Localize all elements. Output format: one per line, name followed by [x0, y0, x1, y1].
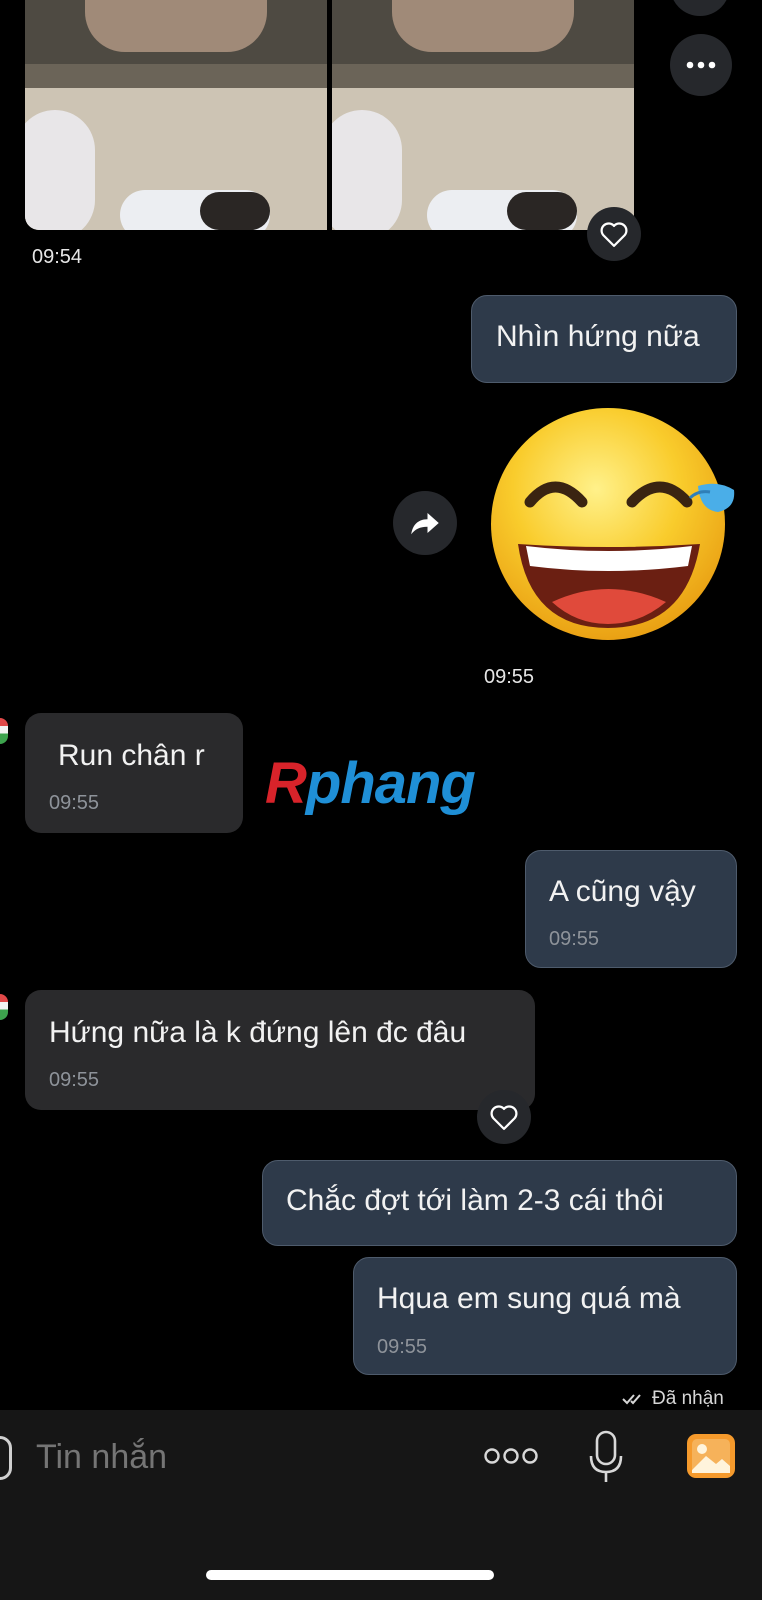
- heart-icon: [490, 1105, 518, 1130]
- message-text: A cũng vậy: [549, 875, 696, 908]
- watermark-first: R: [265, 751, 307, 816]
- sticker-button[interactable]: [0, 1436, 12, 1480]
- message-text: Nhìn hứng nữa: [496, 320, 700, 353]
- avatar[interactable]: [0, 994, 8, 1020]
- double-check-icon: [622, 1394, 641, 1405]
- share-button[interactable]: [393, 491, 457, 555]
- image-icon: [687, 1434, 735, 1478]
- message-text: Hqua em sung quá mà: [377, 1282, 681, 1315]
- share-icon: [411, 513, 439, 535]
- sticker-time: 09:55: [484, 666, 535, 688]
- more-options-button[interactable]: [484, 1438, 540, 1474]
- message-input[interactable]: [34, 1428, 438, 1486]
- top-action-button[interactable]: [670, 0, 730, 16]
- react-button[interactable]: [587, 207, 641, 261]
- message-bubble-incoming[interactable]: Run chân r 09:55: [25, 713, 243, 833]
- sticker-emoji-icon: [491, 408, 735, 640]
- message-time: 09:55: [49, 1069, 100, 1091]
- delivery-status-text: Đã nhận: [652, 1388, 724, 1409]
- home-indicator[interactable]: [206, 1570, 494, 1580]
- message-bubble-outgoing[interactable]: Hqua em sung quá mà 09:55: [353, 1257, 737, 1375]
- message-text: Chắc đợt tới làm 2-3 cái thôi: [286, 1184, 664, 1217]
- message-bubble-outgoing[interactable]: Chắc đợt tới làm 2-3 cái thôi: [262, 1160, 737, 1246]
- watermark-logo: Rphang: [265, 750, 476, 817]
- message-bubble-incoming[interactable]: Hứng nữa là k đứng lên đc đâu 09:55: [25, 990, 535, 1110]
- message-text: Run chân r: [58, 739, 205, 772]
- more-options-icon: [484, 1448, 538, 1464]
- sticker-message[interactable]: [490, 406, 738, 642]
- heart-icon: [600, 222, 628, 247]
- more-button[interactable]: [670, 34, 732, 96]
- photo-thumbnail-2[interactable]: [332, 0, 634, 230]
- message-time: 09:55: [377, 1336, 428, 1358]
- avatar[interactable]: [0, 718, 8, 744]
- message-bubble-outgoing[interactable]: A cũng vậy 09:55: [525, 850, 737, 968]
- delivery-status: Đã nhận: [622, 1388, 724, 1410]
- photo-thumbnail-1[interactable]: [25, 0, 327, 230]
- image-button[interactable]: [686, 1432, 736, 1480]
- more-icon: [686, 61, 716, 69]
- message-time: 09:55: [49, 792, 100, 814]
- microphone-button[interactable]: [588, 1430, 624, 1484]
- message-time: 09:55: [549, 928, 600, 950]
- react-button[interactable]: [477, 1090, 531, 1144]
- message-text: Hứng nữa là k đứng lên đc đâu: [49, 1016, 467, 1049]
- message-bubble-outgoing[interactable]: Nhìn hứng nữa: [471, 295, 737, 383]
- watermark-rest: phang: [305, 751, 476, 816]
- microphone-icon: [589, 1430, 623, 1482]
- photo-time: 09:54: [32, 246, 83, 268]
